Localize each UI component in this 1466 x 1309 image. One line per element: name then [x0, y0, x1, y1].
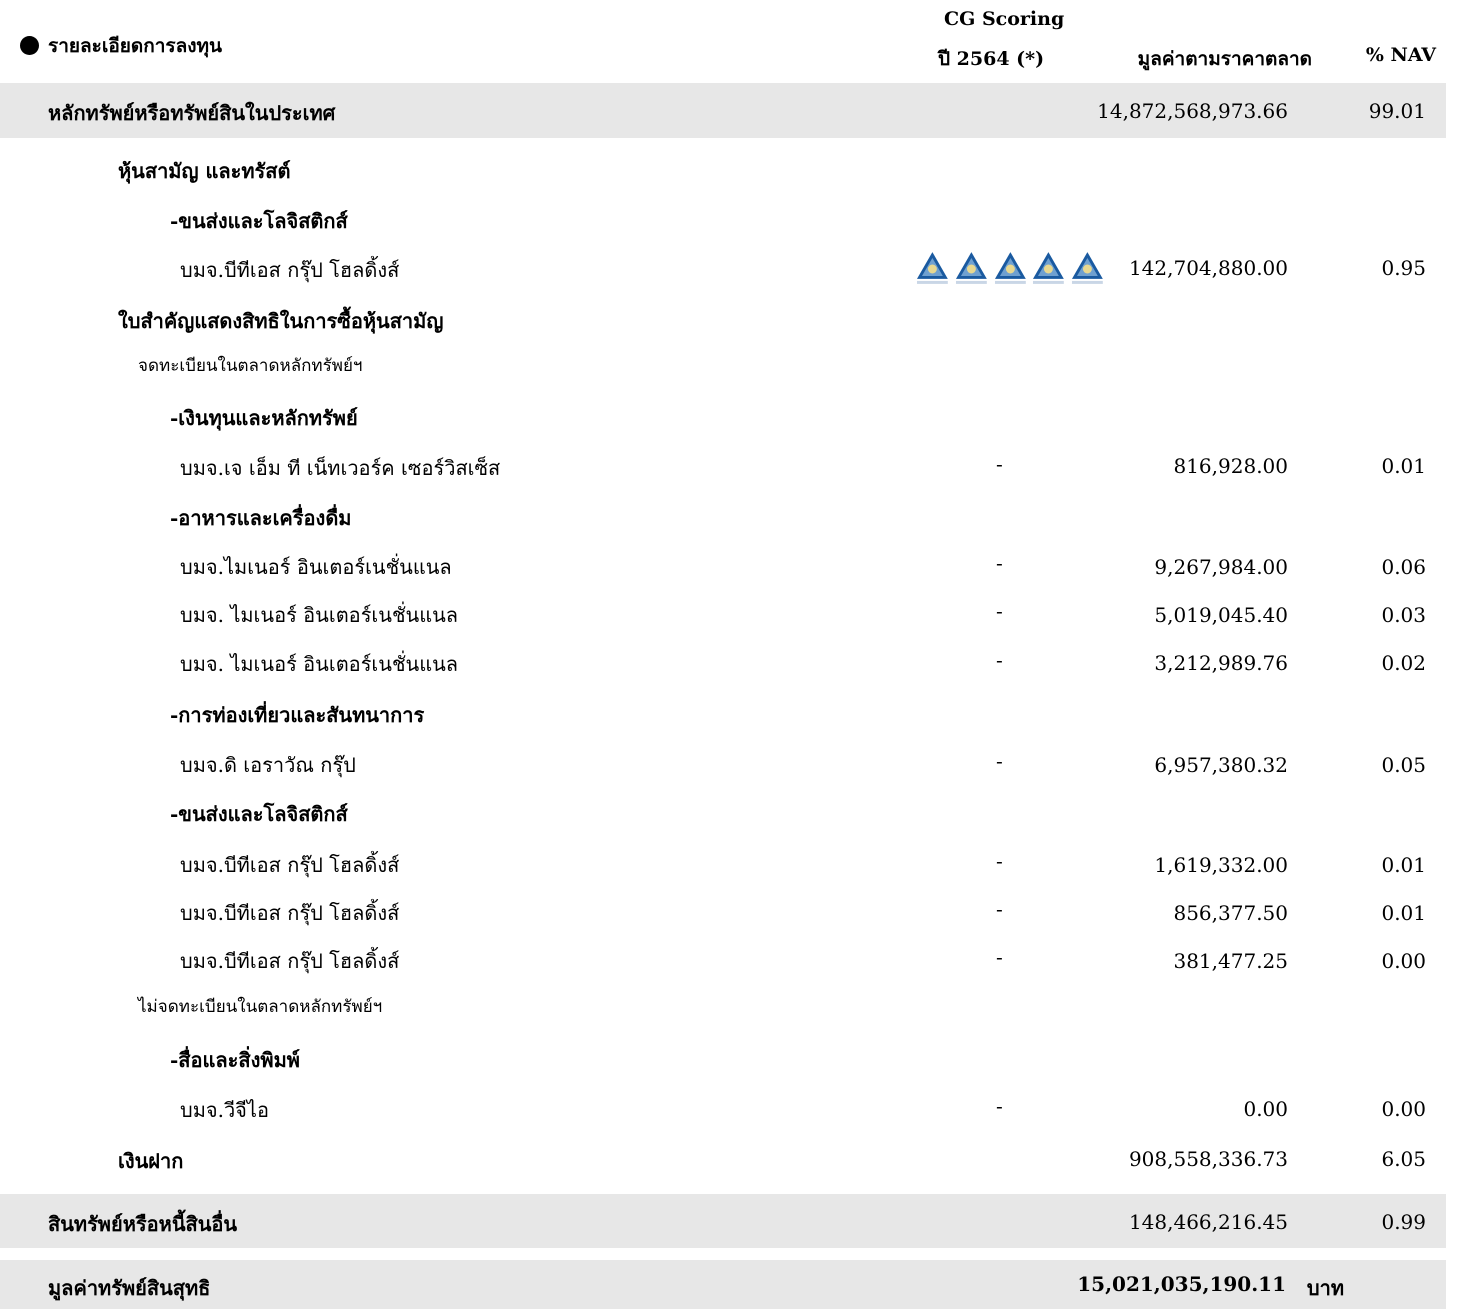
cg-triangle-icon [955, 252, 987, 284]
minor3-row-label: บมจ. ไมเนอร์ อินเตอร์เนชั่นแนล [180, 652, 459, 676]
minor3-row-nav: 0.02 [1381, 651, 1426, 675]
cg-triangle-icon [916, 252, 948, 284]
jmt-row-value: 816,928.00 [1173, 454, 1288, 478]
minor1-row-nav: 0.06 [1381, 555, 1426, 579]
minor2-row-cg: - [996, 599, 1003, 623]
cg-year-header: ปี 2564 (*) [938, 48, 1045, 70]
bts2-row-cg: - [996, 849, 1003, 873]
minor1-row-value: 9,267,984.00 [1154, 555, 1288, 579]
bts3-row-label: บมจ.บีทีเอส กรุ๊ป โฮลดิ้งส์ [180, 901, 400, 925]
tourism-label: -การท่องเที่ยวและสันทนาการ [170, 703, 425, 727]
erawan-row-nav: 0.05 [1381, 753, 1426, 777]
cg-scoring-header: CG Scoring [944, 8, 1065, 30]
minor3-row-cg: - [996, 648, 1003, 672]
media-label: -สื่อและสิ่งพิมพ์ [170, 1048, 300, 1072]
bts4-row-value: 381,477.25 [1173, 949, 1288, 973]
bullet-icon [20, 36, 39, 55]
listed-label: จดทะเบียนในตลาดหลักทรัพย์ฯ [138, 356, 363, 376]
bts4-row-label: บมจ.บีทีเอส กรุ๊ป โฮลดิ้งส์ [180, 949, 400, 973]
other-assets-nav: 0.99 [1381, 1210, 1426, 1234]
jmt-row-nav: 0.01 [1381, 454, 1426, 478]
domestic-label: หลักทรัพย์หรือทรัพย์สินในประเทศ [48, 101, 336, 125]
erawan-row-value: 6,957,380.32 [1154, 753, 1288, 777]
cg-triangle-icon [1072, 252, 1104, 284]
transport-label: -ขนส่งและโลจิสติกส์ [170, 209, 348, 233]
transport2-label: -ขนส่งและโลจิสติกส์ [170, 802, 348, 826]
minor1-row-cg: - [996, 551, 1003, 575]
minor2-row-value: 5,019,045.40 [1154, 603, 1288, 627]
nav-total-value: 15,021,035,190.11 [1077, 1272, 1286, 1296]
erawan-row-cg: - [996, 749, 1003, 773]
jmt-row-label: บมจ.เจ เอ็ม ที เน็ทเวอร์ค เซอร์วิสเซ็ส [180, 456, 501, 480]
market-value-header: มูลค่าตามราคาตลาด [1137, 48, 1312, 70]
bts-row-value: 142,704,880.00 [1128, 256, 1288, 280]
food-label: -อาหารและเครื่องดื่ม [170, 506, 352, 530]
deposit-nav: 6.05 [1381, 1147, 1426, 1171]
nav-total-unit: บาท [1306, 1276, 1344, 1300]
vgi-row-value: 0.00 [1243, 1097, 1288, 1121]
bts2-row-label: บมจ.บีทีเอส กรุ๊ป โฮลดิ้งส์ [180, 853, 400, 877]
cg-triangle-icon [994, 252, 1026, 284]
vgi-row-nav: 0.00 [1381, 1097, 1426, 1121]
warrants-label: ใบสำคัญแสดงสิทธิในการซื้อหุ้นสามัญ [118, 309, 444, 333]
vgi-row-label: บมจ.วีจีไอ [180, 1098, 269, 1122]
bts2-row-nav: 0.01 [1381, 853, 1426, 877]
bts-row-nav: 0.95 [1381, 256, 1426, 280]
bts3-row-value: 856,377.50 [1173, 901, 1288, 925]
other-assets-label: สินทรัพย์หรือหนี้สินอื่น [48, 1212, 238, 1236]
cg-triangle-icon [1033, 252, 1065, 284]
nav-header: % NAV [1365, 44, 1436, 66]
bts2-row-value: 1,619,332.00 [1154, 853, 1288, 877]
deposit-value: 908,558,336.73 [1128, 1147, 1288, 1171]
vgi-row-cg: - [996, 1094, 1003, 1118]
erawan-row-label: บมจ.ดิ เอราวัณ กรุ๊ป [180, 753, 356, 777]
nav-total-label: มูลค่าทรัพย์สินสุทธิ [48, 1276, 211, 1300]
common-trust-label: หุ้นสามัญ และทรัสต์ [118, 159, 291, 183]
jmt-row-cg: - [996, 452, 1003, 476]
minor2-row-nav: 0.03 [1381, 603, 1426, 627]
unlisted-label: ไม่จดทะเบียนในตลาดหลักทรัพย์ฯ [138, 997, 383, 1017]
domestic-nav: 99.01 [1368, 99, 1426, 123]
bts3-row-cg: - [996, 897, 1003, 921]
cg-rating [914, 246, 1106, 288]
minor3-row-value: 3,212,989.76 [1154, 651, 1288, 675]
other-assets-value: 148,466,216.45 [1128, 1210, 1288, 1234]
bts-row-label: บมจ.บีทีเอส กรุ๊ป โฮลดิ้งส์ [180, 258, 400, 282]
bts4-row-cg: - [996, 945, 1003, 969]
domestic-value: 14,872,568,973.66 [1097, 99, 1288, 123]
deposit-label: เงินฝาก [118, 1149, 184, 1173]
minor1-row-label: บมจ.ไมเนอร์ อินเตอร์เนชั่นแนล [180, 555, 452, 579]
section-title: รายละเอียดการลงทุน [48, 35, 223, 57]
bts3-row-nav: 0.01 [1381, 901, 1426, 925]
bts4-row-nav: 0.00 [1381, 949, 1426, 973]
finance-label: -เงินทุนและหลักทรัพย์ [170, 406, 358, 430]
minor2-row-label: บมจ. ไมเนอร์ อินเตอร์เนชั่นแนล [180, 603, 459, 627]
